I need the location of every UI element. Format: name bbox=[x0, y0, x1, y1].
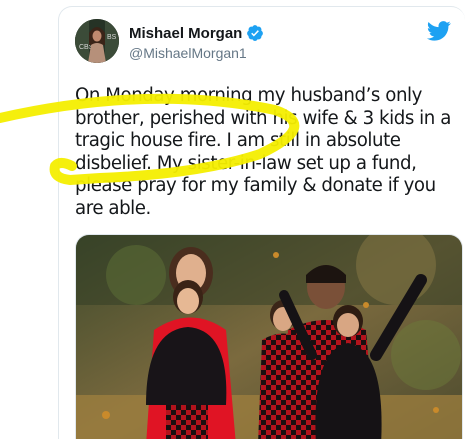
avatar[interactable]: CBS BS bbox=[75, 19, 119, 63]
twitter-bird-icon[interactable] bbox=[427, 21, 451, 41]
author-name-text[interactable]: Mishael Morgan bbox=[129, 25, 242, 42]
tweet-text: On Monday morning my husband’s only brot… bbox=[75, 85, 451, 219]
author-name[interactable]: Mishael Morgan bbox=[129, 24, 264, 42]
tweet-photo[interactable] bbox=[75, 234, 463, 439]
tweet-card[interactable]: CBS BS Mishael Morgan @MishaelMorgan1 On… bbox=[58, 6, 465, 439]
verified-badge-icon bbox=[247, 25, 264, 41]
author-handle[interactable]: @MishaelMorgan1 bbox=[129, 45, 247, 61]
svg-text:BS: BS bbox=[107, 34, 117, 41]
